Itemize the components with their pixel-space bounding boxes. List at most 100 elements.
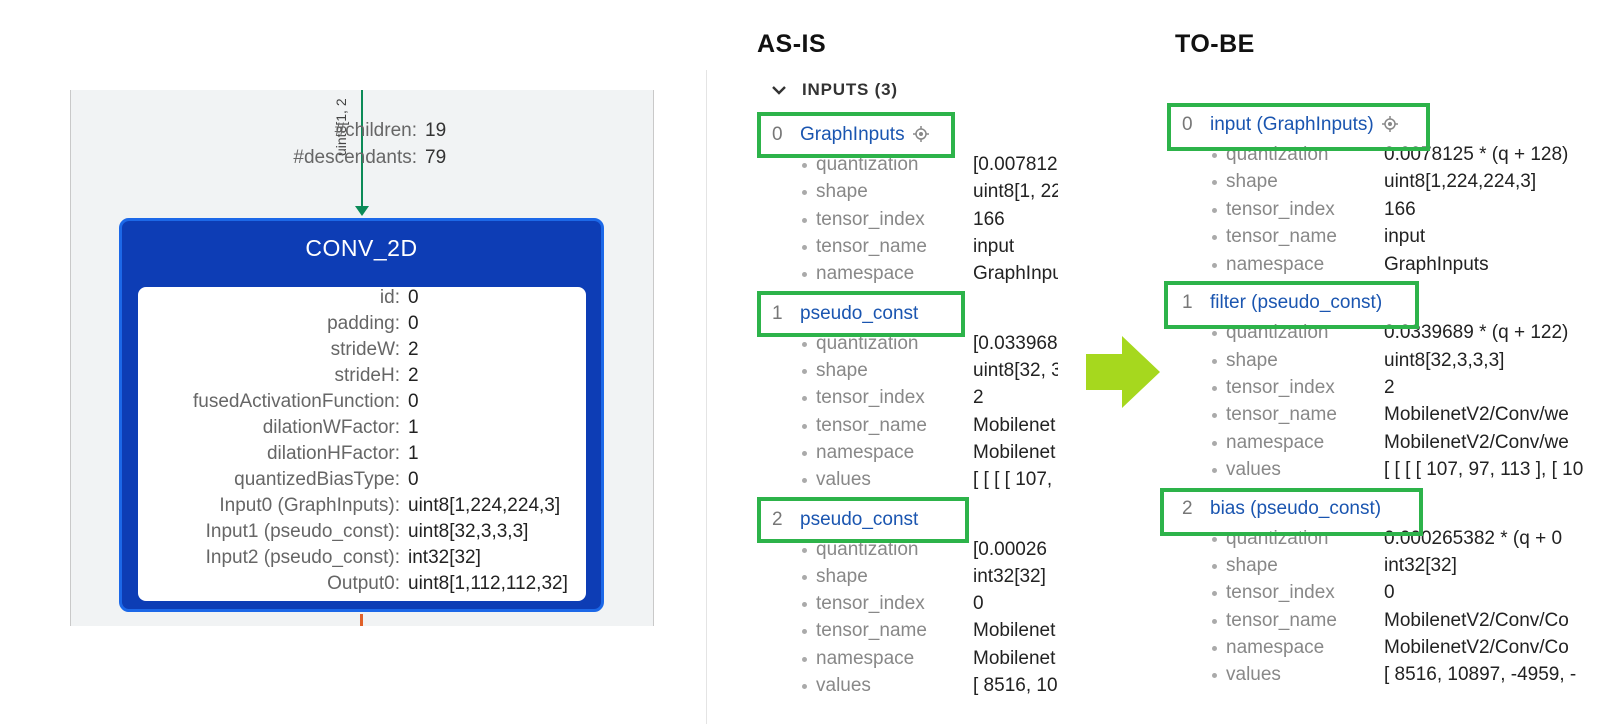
- field-row: shape int32[32]: [1212, 555, 1622, 579]
- field-row: tensor_index 2: [1212, 377, 1622, 401]
- bullet: [802, 575, 807, 580]
- field-value: [ 8516, 10897, -4959, -: [1384, 664, 1577, 685]
- field-row: tensor_index 0: [802, 593, 1058, 617]
- field-key: tensor_name: [1226, 610, 1337, 631]
- field-row: values [ [ [ [ 107, 97, 113 ], [ 10: [1212, 459, 1622, 483]
- field-row: namespace Mobilenet: [802, 648, 1058, 672]
- field-value: MobilenetV2/Conv/Co: [1384, 637, 1569, 658]
- field-row: tensor_name Mobilenet: [802, 415, 1058, 439]
- stat-value: 79: [425, 147, 447, 168]
- field-value: GraphInputs: [1384, 254, 1489, 275]
- node-attr: dilationHFactor: 1: [138, 443, 586, 469]
- attr-key: quantizedBiasType:: [234, 469, 400, 490]
- field-value: [ 8516, 108: [973, 675, 1058, 696]
- field-value: uint8[32,3,3,3]: [1384, 350, 1505, 371]
- node-attr: Input0 (GraphInputs): uint8[1,224,224,3]: [138, 495, 586, 521]
- field-row: values [ [ [ [ 107,: [802, 469, 1058, 493]
- bullet: [1212, 441, 1217, 446]
- arrow-right-icon: [1086, 336, 1160, 408]
- output-edge: [360, 614, 363, 626]
- field-value: uint8[1,224,224,3]: [1384, 171, 1537, 192]
- highlight-box: [757, 112, 955, 158]
- field-key: tensor_index: [816, 593, 925, 614]
- node-attr: fusedActivationFunction: 0: [138, 391, 586, 417]
- panel-divider: [706, 70, 707, 724]
- field-row: tensor_name input: [802, 236, 1058, 260]
- field-row: tensor_name Mobilenet: [802, 620, 1058, 644]
- bullet: [802, 657, 807, 662]
- inputs-section-title: INPUTS (3): [802, 80, 898, 99]
- field-row: tensor_index 0: [1212, 582, 1622, 606]
- field-value: Mobilenet: [973, 442, 1056, 463]
- attr-value: 2: [408, 365, 419, 386]
- field-key: namespace: [1226, 432, 1325, 453]
- field-key: tensor_index: [816, 387, 925, 408]
- chevron-down-icon: [772, 86, 786, 95]
- field-row: values [ 8516, 108: [802, 675, 1058, 699]
- bullet: [1212, 591, 1217, 596]
- field-value: 2: [973, 387, 984, 408]
- field-row: shape int32[32]: [802, 566, 1058, 590]
- field-key: values: [1226, 664, 1281, 685]
- bullet: [802, 163, 807, 168]
- edge-arrowhead: [355, 206, 369, 216]
- bullet: [802, 245, 807, 250]
- field-value: MobilenetV2/Conv/we: [1384, 404, 1569, 425]
- bullet: [802, 190, 807, 195]
- bullet: [1212, 386, 1217, 391]
- field-row: namespace GraphInputs: [1212, 254, 1622, 278]
- field-value: 0: [1384, 582, 1395, 603]
- attr-value: 0: [408, 287, 419, 308]
- field-key: shape: [816, 566, 868, 587]
- node-attr: padding: 0: [138, 313, 586, 339]
- attr-value: 0: [408, 313, 419, 334]
- bullet: [1212, 673, 1217, 678]
- node-attr: strideH: 2: [138, 365, 586, 391]
- attr-key: dilationHFactor:: [266, 443, 400, 464]
- to-be-heading: TO-BE: [1175, 30, 1255, 58]
- field-value: [ [ [ [ 107, 97, 113 ], [ 10: [1384, 459, 1584, 480]
- field-key: tensor_name: [1226, 404, 1337, 425]
- bullet: [802, 629, 807, 634]
- field-row: shape uint8[1, 22: [802, 181, 1058, 205]
- bullet: [802, 451, 807, 456]
- stat-value: 19: [425, 120, 447, 141]
- field-key: tensor_name: [1226, 226, 1337, 247]
- bullet: [1212, 468, 1217, 473]
- bullet: [1212, 208, 1217, 213]
- field-value: Mobilenet: [973, 648, 1056, 669]
- field-key: tensor_index: [1226, 582, 1335, 603]
- node-attributes: id: 0 padding: 0 strideW: 2 strideH: 2 fused…: [138, 287, 586, 601]
- as-is-inputs-panel: INPUTS (3) 0 GraphInputs quantization [0.0…: [754, 70, 1058, 724]
- attr-value: uint8[1,112,112,32]: [408, 573, 568, 594]
- field-key: values: [816, 469, 871, 490]
- attr-key: fusedActivationFunction:: [192, 391, 400, 412]
- field-key: values: [816, 675, 871, 696]
- field-key: shape: [1226, 555, 1278, 576]
- field-row: shape uint8[1,224,224,3]: [1212, 171, 1622, 195]
- inputs-section-header[interactable]: INPUTS (3): [770, 78, 898, 102]
- field-value: 166: [1384, 199, 1416, 220]
- stat-label: #children:: [334, 120, 417, 141]
- graph-canvas[interactable]: uint8[1, 2 #children: 19 #descendants: 7…: [70, 90, 654, 626]
- node-attr: strideW: 2: [138, 339, 586, 365]
- op-node-conv2d[interactable]: CONV_2D id: 0 padding: 0 strideW: 2 strideH…: [119, 218, 604, 612]
- field-value: [0.00026: [973, 539, 1047, 560]
- field-row: tensor_index 166: [1212, 199, 1622, 223]
- field-row: tensor_index 166: [802, 209, 1058, 233]
- field-value: input: [1384, 226, 1426, 247]
- field-key: tensor_index: [816, 209, 925, 230]
- stat-label: #descendants:: [293, 147, 417, 168]
- attr-value: 2: [408, 339, 419, 360]
- bullet: [1212, 413, 1217, 418]
- node-attr: Input1 (pseudo_const): uint8[32,3,3,3]: [138, 521, 586, 547]
- attr-value: 0: [408, 391, 419, 412]
- field-value: int32[32]: [973, 566, 1046, 587]
- field-value: Mobilenet: [973, 415, 1056, 436]
- attr-key: Output0:: [327, 573, 400, 594]
- to-be-inputs-panel: 0 input (GraphInputs) quantization 0.00781…: [1164, 100, 1622, 724]
- bullet: [802, 272, 807, 277]
- bullet: [1212, 564, 1217, 569]
- attr-value: uint8[1,224,224,3]: [408, 495, 561, 516]
- field-row: shape uint8[32,3,3,3]: [1212, 350, 1622, 374]
